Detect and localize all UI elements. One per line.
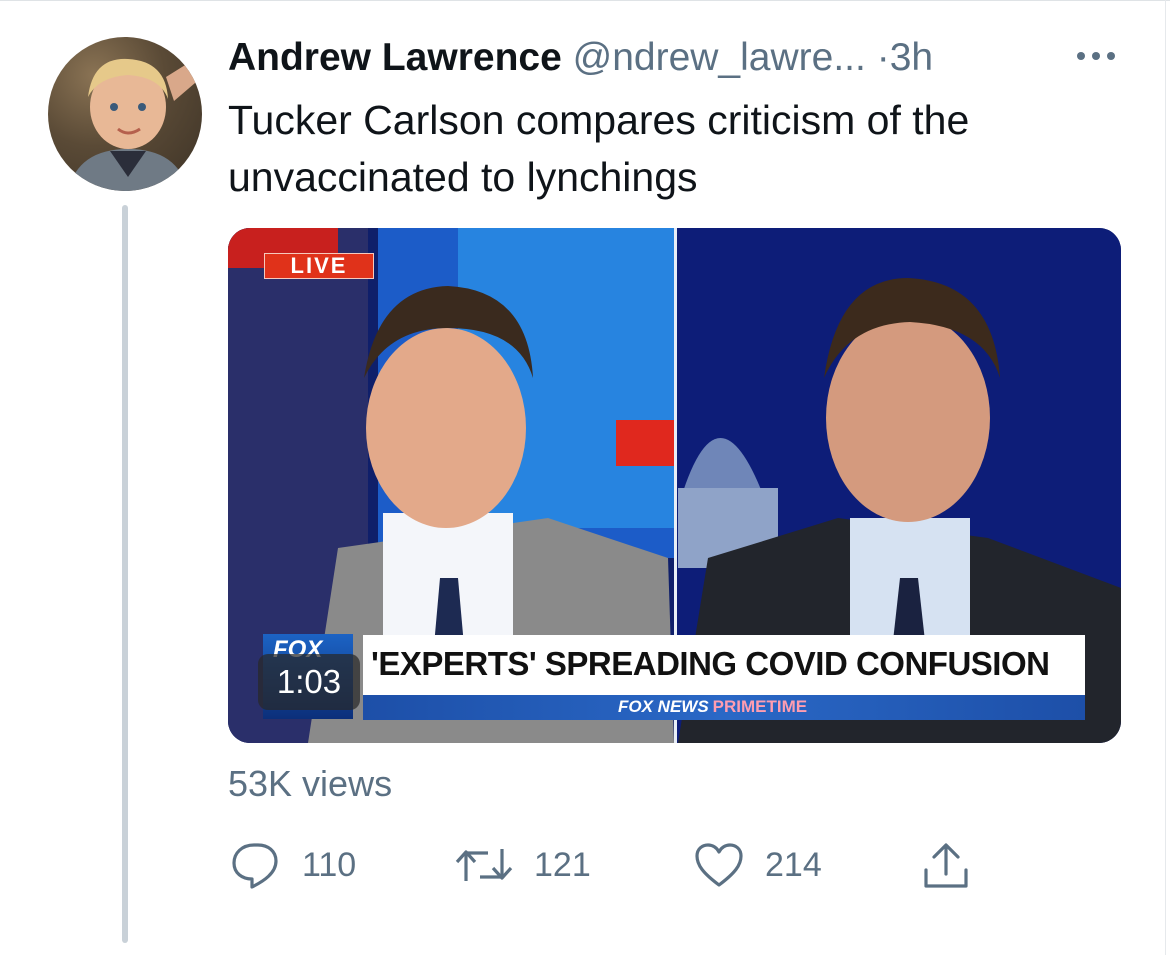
author-name[interactable]: Andrew Lawrence [228, 36, 562, 79]
author-handle[interactable]: @ndrew_lawre... [573, 36, 866, 79]
tweet-header: Andrew Lawrence @ndrew_lawre... ·3h [228, 34, 933, 82]
heart-icon [695, 843, 743, 887]
retweet-button[interactable]: 121 [454, 840, 591, 890]
video-player[interactable]: LIVE 'EXPERTS' SPREADING COVID CONFUSION… [228, 228, 1121, 743]
reply-button[interactable]: 110 [230, 840, 356, 890]
network-brand-label: FOX NEWS PRIMETIME [618, 696, 807, 718]
like-count: 214 [765, 846, 822, 884]
share-icon [924, 843, 968, 888]
view-count: 53K views [228, 763, 393, 804]
top-divider [0, 0, 1170, 1]
network-show: PRIMETIME [712, 697, 808, 716]
separator-dot: · [876, 36, 890, 79]
right-divider [1165, 0, 1166, 955]
chyron-headline: 'EXPERTS' SPREADING COVID CONFUSION [371, 645, 1050, 682]
more-options-icon[interactable] [1072, 36, 1120, 76]
avatar-image [68, 57, 202, 191]
network-brand: FOX NEWS [618, 697, 709, 716]
retweet-count: 121 [534, 846, 591, 884]
reply-icon [232, 843, 278, 889]
video-duration-badge: 1:03 [258, 654, 360, 710]
tweet-text: Tucker Carlson compares criticism of the… [228, 97, 970, 200]
reply-count: 110 [302, 846, 357, 884]
retweet-icon [455, 849, 513, 881]
live-badge: LIVE [264, 253, 374, 279]
author-avatar[interactable] [48, 37, 202, 191]
thread-connector-line [122, 205, 128, 943]
share-button[interactable] [920, 840, 972, 890]
tweet-timestamp[interactable]: 3h [890, 36, 933, 79]
like-button[interactable]: 214 [693, 840, 822, 890]
network-bar: FOX NEWS PRIMETIME [363, 695, 1085, 720]
chyron: 'EXPERTS' SPREADING COVID CONFUSION [363, 635, 1085, 695]
